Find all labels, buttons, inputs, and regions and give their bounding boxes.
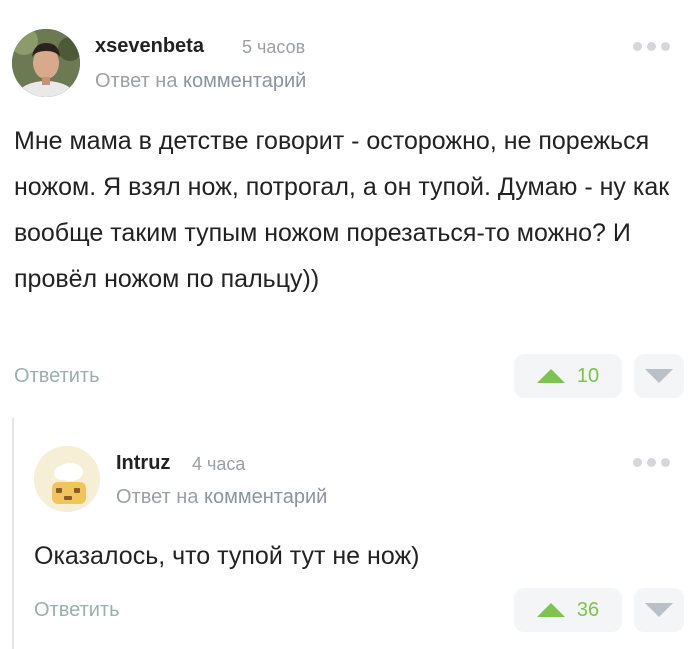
comment: xsevenbeta 5 часов Ответ на комментарий … [0,0,700,400]
reply-to-prefix: Ответ на [95,70,178,92]
comment-author[interactable]: xsevenbeta [95,35,204,58]
reply-to-comment-link[interactable]: комментарий [204,486,327,508]
thread-line [12,418,14,649]
reply-to-line: Ответ на комментарий [95,70,306,93]
reply-button[interactable]: Ответить [14,365,100,388]
upvote-button[interactable]: 36 [514,588,622,632]
more-dots-icon[interactable] [633,458,670,467]
user-avatar[interactable] [34,446,100,512]
downvote-button[interactable] [634,588,684,632]
rating-count: 10 [576,364,600,387]
person-photo-icon [12,29,80,97]
more-dots-icon[interactable] [633,42,670,51]
reply-to-comment-link[interactable]: комментарий [183,70,306,92]
upvote-button[interactable]: 10 [514,354,622,398]
comment-time: 5 часов [242,37,306,57]
arrow-up-icon [536,603,565,617]
comment-author[interactable]: Intruz [116,452,170,475]
reply-to-line: Ответ на комментарий [116,486,327,509]
comment-text: Мне мама в детстве говорит - осторожно, … [14,127,670,293]
user-avatar[interactable] [12,29,80,97]
arrow-up-icon [536,369,565,383]
rating-count: 36 [576,598,600,621]
reply-button[interactable]: Ответить [34,599,120,622]
comment-text: Оказалось, что тупой тут не нож) [34,542,420,570]
downvote-button[interactable] [634,354,684,398]
cartoon-avatar-icon [34,446,100,512]
arrow-down-icon [645,369,673,383]
comment-time: 4 часа [192,454,246,474]
arrow-down-icon [645,603,673,617]
reply-to-prefix: Ответ на [116,486,199,508]
comment-reply: Intruz 4 часа Ответ на комментарий Оказа… [0,400,700,649]
